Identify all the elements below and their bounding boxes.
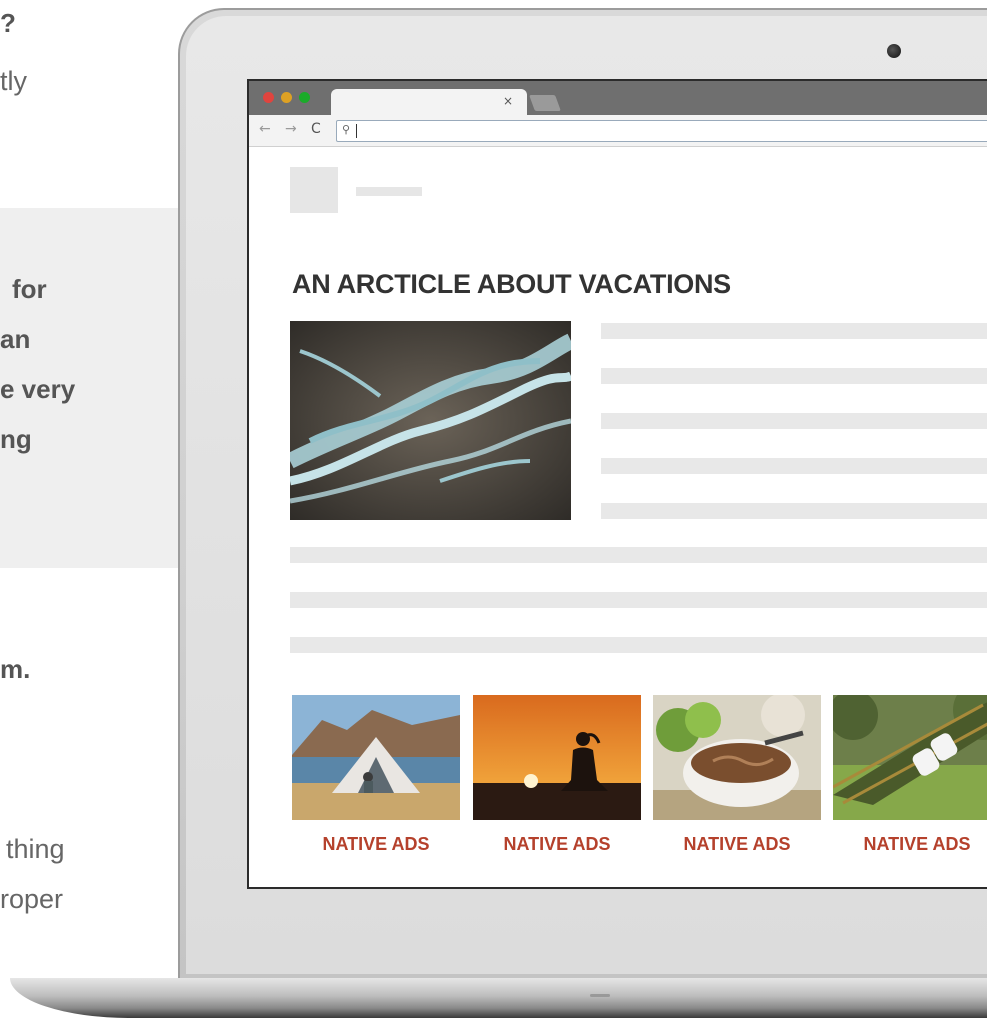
- side-text-tly: tly: [0, 66, 27, 96]
- aerial-river-image: [290, 321, 571, 520]
- text-placeholder-line: [601, 503, 987, 519]
- browser-tab[interactable]: ×: [331, 89, 527, 117]
- sunset-meditation-image[interactable]: [473, 695, 641, 820]
- webcam-icon: [887, 44, 901, 58]
- native-ad-card[interactable]: NATIVE ADS: [473, 695, 641, 855]
- text-placeholder-line: [601, 368, 987, 384]
- forward-icon[interactable]: →: [285, 121, 297, 137]
- native-ad-label[interactable]: NATIVE ADS: [473, 834, 641, 855]
- article-headline: AN ARCTICLE ABOUT VACATIONS: [292, 269, 731, 299]
- maximize-window-icon[interactable]: [299, 92, 310, 103]
- search-icon: ⚲: [342, 123, 351, 136]
- text-placeholder-line: [290, 547, 987, 563]
- side-text-roper: roper: [0, 884, 64, 914]
- native-ad-card[interactable]: NATIVE ADS: [833, 695, 987, 855]
- browser-toolbar: ← → C ⚲: [249, 115, 987, 147]
- site-logo-placeholder: [290, 167, 338, 213]
- text-caret: [356, 124, 357, 138]
- article-hero-image: [290, 321, 571, 520]
- laptop-base: [10, 978, 987, 1018]
- side-text-question: ?: [0, 8, 16, 38]
- new-tab-button[interactable]: [529, 95, 561, 111]
- native-ad-card[interactable]: NATIVE ADS: [292, 695, 460, 855]
- site-name-placeholder: [356, 187, 422, 196]
- side-panel-line-1: for: [12, 274, 47, 304]
- reload-icon[interactable]: C: [311, 121, 321, 137]
- text-placeholder-line: [290, 637, 987, 653]
- side-text-m: m.: [0, 654, 31, 684]
- native-ad-label[interactable]: NATIVE ADS: [653, 834, 821, 855]
- side-panel-line-4: ng: [0, 424, 32, 454]
- native-ad-card[interactable]: NATIVE ADS: [653, 695, 821, 855]
- side-panel-line-2: an: [0, 324, 31, 354]
- browser-tab-bar: ×: [249, 81, 987, 117]
- side-text-thing: thing: [6, 834, 65, 864]
- camping-tent-image[interactable]: [292, 695, 460, 820]
- food-bowl-image[interactable]: [653, 695, 821, 820]
- native-ad-label[interactable]: NATIVE ADS: [292, 834, 460, 855]
- address-bar[interactable]: ⚲: [336, 120, 987, 142]
- laptop-screen: × ← → C ⚲ AN ARCTICLE ABOUT VACATIONS NA…: [247, 79, 987, 889]
- laptop-base-notch: [590, 994, 610, 997]
- tab-close-icon[interactable]: ×: [503, 94, 513, 108]
- side-panel-line-3: e very: [0, 374, 76, 404]
- back-icon[interactable]: ←: [259, 121, 271, 137]
- native-ad-label[interactable]: NATIVE ADS: [833, 834, 987, 855]
- text-placeholder-line: [601, 413, 987, 429]
- page-content: AN ARCTICLE ABOUT VACATIONS NATIVE ADS N…: [249, 147, 987, 887]
- text-placeholder-line: [290, 592, 987, 608]
- minimize-window-icon[interactable]: [281, 92, 292, 103]
- hammock-image[interactable]: [833, 695, 987, 820]
- close-window-icon[interactable]: [263, 92, 274, 103]
- text-placeholder-line: [601, 323, 987, 339]
- text-placeholder-line: [601, 458, 987, 474]
